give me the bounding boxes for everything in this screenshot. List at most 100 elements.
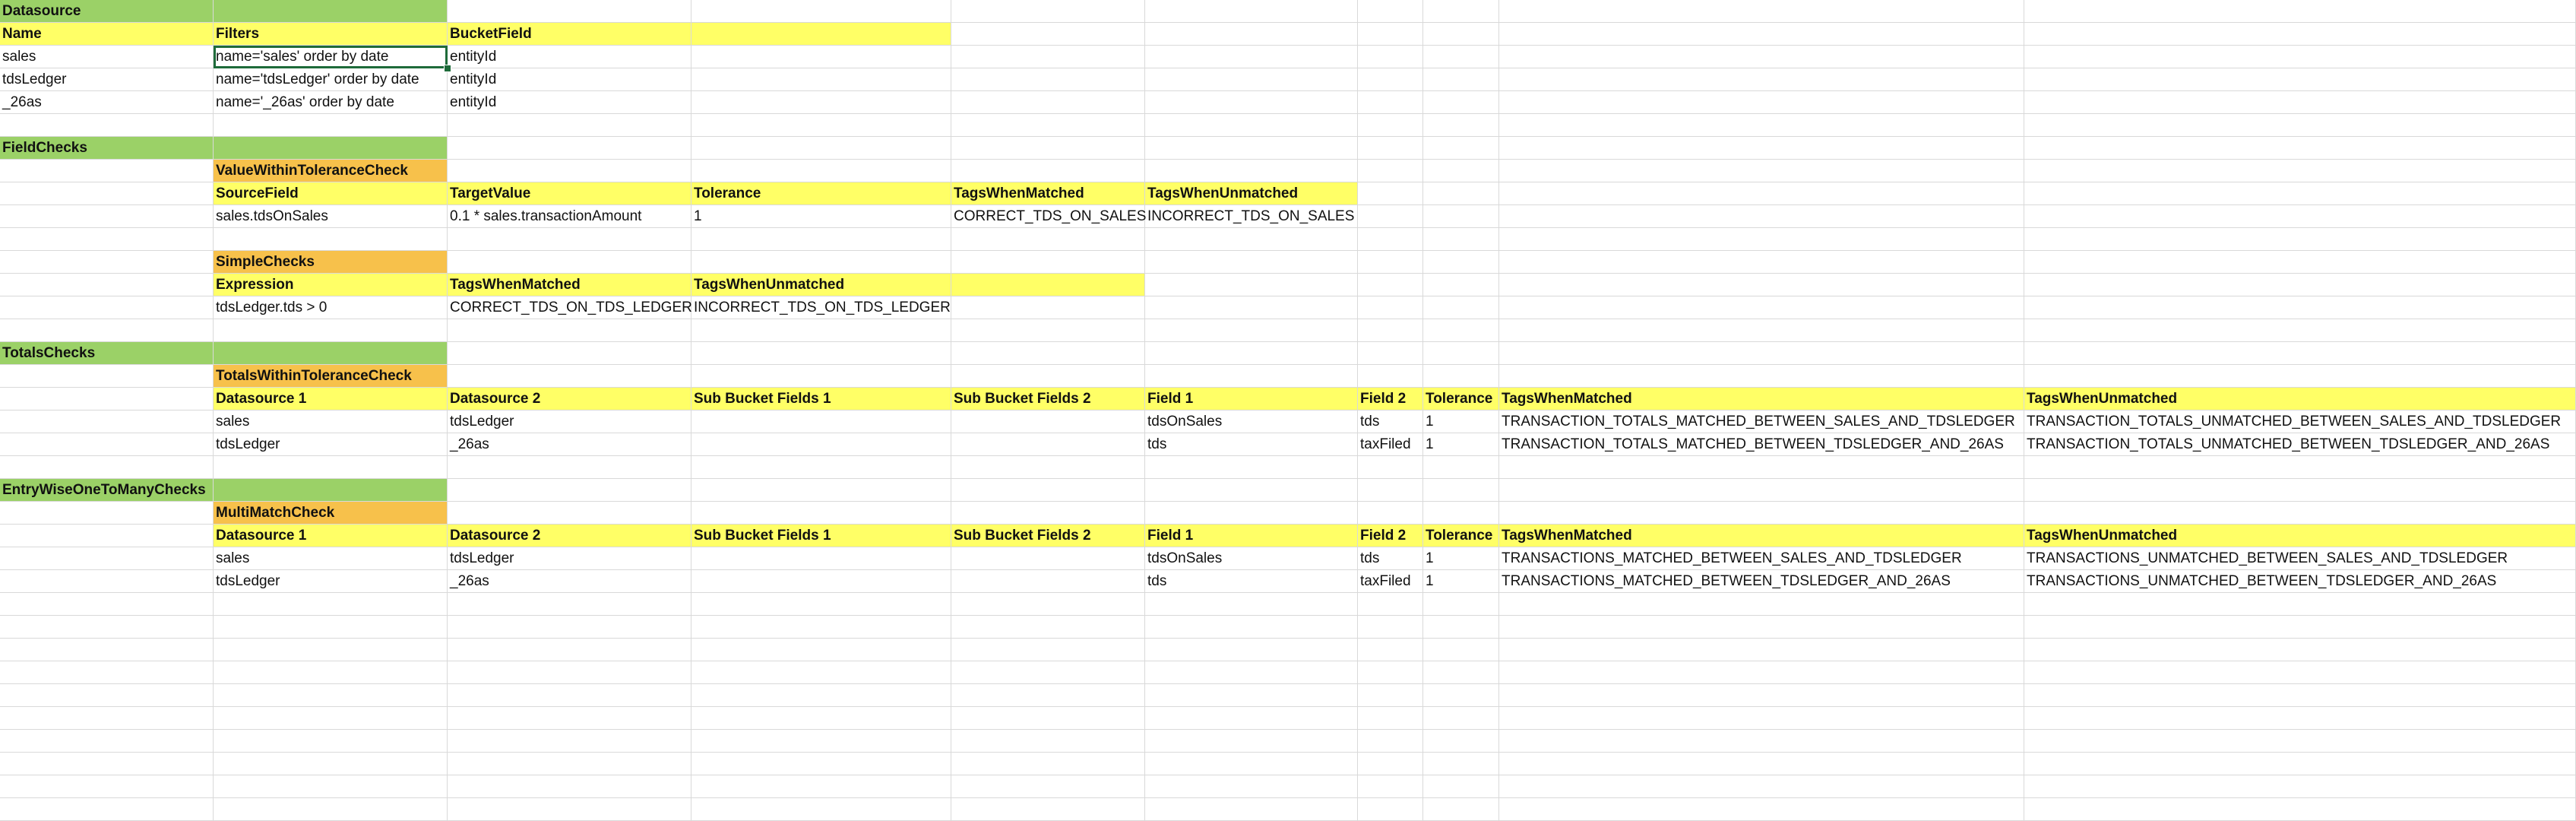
cell-I6[interactable]: [1499, 114, 2024, 137]
cell-D33[interactable]: [691, 730, 951, 753]
cell-F28[interactable]: [1145, 616, 1358, 639]
cell-H19[interactable]: 1: [1423, 410, 1499, 433]
cell-G21[interactable]: [1358, 456, 1423, 479]
cell-J32[interactable]: [2024, 707, 2576, 730]
cell-J6[interactable]: [2024, 114, 2576, 137]
cell-J23[interactable]: [2024, 502, 2576, 525]
cell-G7[interactable]: [1358, 137, 1423, 160]
cell-E14[interactable]: [951, 296, 1145, 319]
cell-E21[interactable]: [951, 456, 1145, 479]
cell-G34[interactable]: [1358, 753, 1423, 775]
cell-A13[interactable]: [0, 274, 214, 296]
cell-E26[interactable]: [951, 570, 1145, 593]
cell-D15[interactable]: [691, 319, 951, 342]
cell-J22[interactable]: [2024, 479, 2576, 502]
cell-D10[interactable]: 1: [691, 205, 951, 228]
cell-I19[interactable]: TRANSACTION_TOTALS_MATCHED_BETWEEN_SALES…: [1499, 410, 2024, 433]
cell-B32[interactable]: [214, 707, 448, 730]
cell-I1[interactable]: [1499, 0, 2024, 23]
selected-cell-B3[interactable]: name='sales' order by date: [214, 46, 448, 68]
cell-F34[interactable]: [1145, 753, 1358, 775]
cell-D27[interactable]: [691, 593, 951, 616]
cell-G1[interactable]: [1358, 0, 1423, 23]
cell-I32[interactable]: [1499, 707, 2024, 730]
cell-E15[interactable]: [951, 319, 1145, 342]
cell-D31[interactable]: [691, 684, 951, 707]
cell-E1[interactable]: [951, 0, 1145, 23]
cell-F8[interactable]: [1145, 160, 1358, 182]
cell-D11[interactable]: [691, 228, 951, 251]
cell-F35[interactable]: [1145, 775, 1358, 798]
cell-J35[interactable]: [2024, 775, 2576, 798]
cell-G33[interactable]: [1358, 730, 1423, 753]
cell-F3[interactable]: [1145, 46, 1358, 68]
cell-A22[interactable]: EntryWiseOneToManyChecks: [0, 479, 214, 502]
fill-handle[interactable]: [444, 65, 451, 72]
cell-C31[interactable]: [448, 684, 691, 707]
cell-A2[interactable]: Name: [0, 23, 214, 46]
cell-F11[interactable]: [1145, 228, 1358, 251]
cell-D1[interactable]: [691, 0, 951, 23]
cell-D23[interactable]: [691, 502, 951, 525]
cell-D32[interactable]: [691, 707, 951, 730]
cell-H4[interactable]: [1423, 68, 1499, 91]
cell-G20[interactable]: taxFiled: [1358, 433, 1423, 456]
cell-C23[interactable]: [448, 502, 691, 525]
cell-G11[interactable]: [1358, 228, 1423, 251]
cell-H29[interactable]: [1423, 639, 1499, 661]
cell-F26[interactable]: tds: [1145, 570, 1358, 593]
cell-I8[interactable]: [1499, 160, 2024, 182]
cell-H8[interactable]: [1423, 160, 1499, 182]
cell-I27[interactable]: [1499, 593, 2024, 616]
cell-B5[interactable]: name='_26as' order by date: [214, 91, 448, 114]
cell-B4[interactable]: name='tdsLedger' order by date: [214, 68, 448, 91]
cell-A8[interactable]: [0, 160, 214, 182]
cell-E12[interactable]: [951, 251, 1145, 274]
cell-B7[interactable]: [214, 137, 448, 160]
cell-D4[interactable]: [691, 68, 951, 91]
cell-B21[interactable]: [214, 456, 448, 479]
cell-J1[interactable]: [2024, 0, 2576, 23]
cell-J8[interactable]: [2024, 160, 2576, 182]
cell-G2[interactable]: [1358, 23, 1423, 46]
cell-J25[interactable]: TRANSACTIONS_UNMATCHED_BETWEEN_SALES_AND…: [2024, 547, 2576, 570]
cell-D3[interactable]: [691, 46, 951, 68]
cell-B26[interactable]: tdsLedger: [214, 570, 448, 593]
cell-J28[interactable]: [2024, 616, 2576, 639]
cell-E8[interactable]: [951, 160, 1145, 182]
cell-C30[interactable]: [448, 661, 691, 684]
cell-F20[interactable]: tds: [1145, 433, 1358, 456]
cell-J34[interactable]: [2024, 753, 2576, 775]
cell-C5[interactable]: entityId: [448, 91, 691, 114]
cell-D2[interactable]: [691, 23, 951, 46]
cell-E28[interactable]: [951, 616, 1145, 639]
cell-J26[interactable]: TRANSACTIONS_UNMATCHED_BETWEEN_TDSLEDGER…: [2024, 570, 2576, 593]
cell-D20[interactable]: [691, 433, 951, 456]
cell-C24[interactable]: Datasource 2: [448, 525, 691, 547]
cell-J21[interactable]: [2024, 456, 2576, 479]
cell-G15[interactable]: [1358, 319, 1423, 342]
cell-A34[interactable]: [0, 753, 214, 775]
cell-J7[interactable]: [2024, 137, 2576, 160]
cell-H6[interactable]: [1423, 114, 1499, 137]
cell-F18[interactable]: Field 1: [1145, 388, 1358, 410]
cell-G29[interactable]: [1358, 639, 1423, 661]
cell-D30[interactable]: [691, 661, 951, 684]
cell-F21[interactable]: [1145, 456, 1358, 479]
cell-G4[interactable]: [1358, 68, 1423, 91]
cell-F25[interactable]: tdsOnSales: [1145, 547, 1358, 570]
cell-A32[interactable]: [0, 707, 214, 730]
cell-H35[interactable]: [1423, 775, 1499, 798]
cell-H14[interactable]: [1423, 296, 1499, 319]
cell-I16[interactable]: [1499, 342, 2024, 365]
cell-C22[interactable]: [448, 479, 691, 502]
cell-I28[interactable]: [1499, 616, 2024, 639]
cell-D22[interactable]: [691, 479, 951, 502]
cell-J18[interactable]: TagsWhenUnmatched: [2024, 388, 2576, 410]
cell-E20[interactable]: [951, 433, 1145, 456]
cell-G17[interactable]: [1358, 365, 1423, 388]
cell-F4[interactable]: [1145, 68, 1358, 91]
cell-G23[interactable]: [1358, 502, 1423, 525]
cell-G22[interactable]: [1358, 479, 1423, 502]
cell-H9[interactable]: [1423, 182, 1499, 205]
